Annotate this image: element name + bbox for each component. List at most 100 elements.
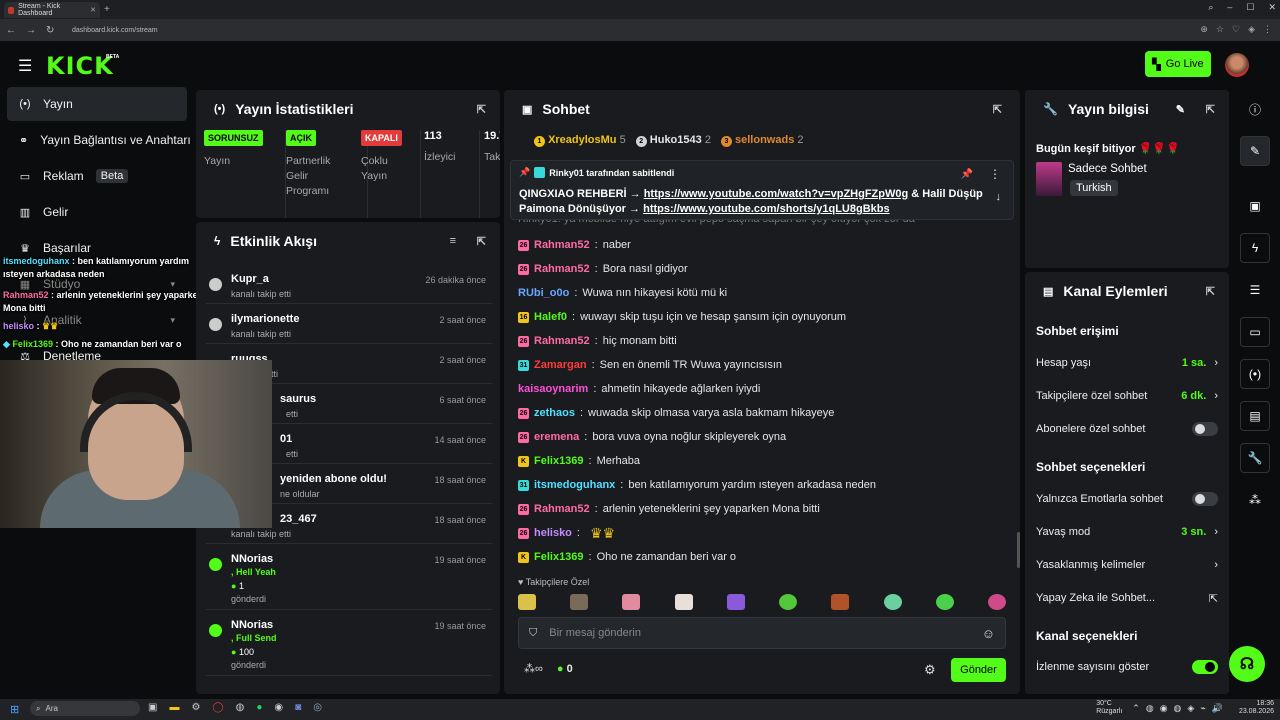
chat-username[interactable]: zethaos bbox=[534, 407, 575, 419]
send-button[interactable]: Gönder bbox=[951, 658, 1006, 682]
chat-message[interactable]: 31 Zamargan: Sen en önemli TR Wuwa yayıncı… bbox=[518, 355, 1008, 375]
chat-username[interactable]: helisko bbox=[534, 527, 572, 539]
chat-username[interactable]: Rahman52 bbox=[534, 239, 590, 251]
more-options-icon[interactable]: ⋮ bbox=[989, 167, 1001, 181]
chat-scrollbar[interactable] bbox=[1017, 532, 1020, 568]
close-window-icon[interactable]: ✕ bbox=[1268, 2, 1276, 13]
kick-points[interactable]: ● 0 bbox=[557, 663, 573, 675]
hamburger-menu-icon[interactable]: ☰ bbox=[18, 56, 32, 76]
emote-icon[interactable] bbox=[570, 594, 589, 610]
opera-icon[interactable]: ◯ bbox=[212, 702, 223, 713]
broadcast-icon[interactable]: (•) bbox=[1240, 359, 1270, 389]
list-icon[interactable]: ☰ bbox=[1240, 275, 1270, 305]
subs-chat-toggle[interactable] bbox=[1192, 422, 1218, 436]
file-explorer-icon[interactable]: ▬ bbox=[169, 702, 179, 713]
chat-username[interactable]: Rahman52 bbox=[534, 503, 590, 515]
category-name[interactable]: Sadece Sohbet bbox=[1068, 163, 1147, 175]
chat-username[interactable]: Felix1369 bbox=[534, 455, 584, 467]
category-thumbnail[interactable] bbox=[1036, 162, 1062, 196]
kick-logo[interactable]: KICK bbox=[46, 52, 114, 80]
chat-username[interactable]: Rahman52 bbox=[534, 335, 590, 347]
emote-icon[interactable] bbox=[831, 594, 850, 610]
sidebar-item-stream[interactable]: (•) Yayın bbox=[7, 87, 187, 121]
chat-username[interactable]: eremena bbox=[534, 431, 579, 443]
minimize-icon[interactable]: – bbox=[1227, 2, 1232, 13]
app-icon[interactable]: ◉ bbox=[274, 702, 283, 713]
expand-icon[interactable]: ⇱ bbox=[1206, 285, 1215, 298]
gifter-1[interactable]: 1 XreadylosMu 5 bbox=[534, 134, 626, 147]
edit-icon[interactable]: ✎ bbox=[1176, 103, 1185, 116]
wrench-icon[interactable]: 🔧 bbox=[1240, 443, 1270, 473]
chat-message[interactable]: 26 Rahman52: naber bbox=[518, 235, 1008, 255]
chat-message[interactable]: 26 helisko: ♛♛ bbox=[518, 523, 1008, 543]
expand-icon[interactable]: ⇱ bbox=[477, 235, 486, 248]
slow-mode-setting[interactable]: Yavaş mod 3 sn. › bbox=[1036, 522, 1218, 542]
chat-message[interactable]: 26 Rahman52: hiç monam bitti bbox=[518, 331, 1008, 351]
heart-icon[interactable]: ♡ bbox=[1232, 24, 1240, 35]
maximize-icon[interactable]: ☐ bbox=[1246, 2, 1254, 13]
chat-username[interactable]: Halef0 bbox=[534, 311, 567, 323]
chat-message[interactable]: 26 eremena: bora vuva oyna noğlur skipleye… bbox=[518, 427, 1008, 447]
taskbar-search[interactable]: ⌕ Ara bbox=[30, 701, 140, 716]
chat-username[interactable]: kaisaoynarim bbox=[518, 383, 588, 395]
expand-icon[interactable]: ⇱ bbox=[993, 103, 1002, 116]
chat-username[interactable]: Felix1369 bbox=[534, 551, 584, 563]
clock[interactable]: 18:36 23.08.2026 bbox=[1239, 700, 1274, 716]
video-icon[interactable]: ▣ bbox=[1240, 191, 1270, 221]
emote-icon[interactable] bbox=[518, 594, 536, 610]
forward-icon[interactable]: → bbox=[26, 25, 36, 36]
chat-icon[interactable]: ▭ bbox=[1240, 317, 1270, 347]
emoji-picker-icon[interactable]: ☺ bbox=[982, 626, 995, 641]
support-headset-icon[interactable]: ☊ bbox=[1229, 646, 1265, 682]
go-live-button[interactable]: ▚ Go Live bbox=[1145, 51, 1211, 77]
back-icon[interactable]: ← bbox=[6, 25, 16, 36]
close-tab-icon[interactable]: ✕ bbox=[90, 6, 96, 14]
emote-icon[interactable] bbox=[935, 594, 954, 610]
lightning-icon[interactable]: ϟ bbox=[1240, 233, 1270, 263]
expand-icon[interactable]: ⇱ bbox=[1206, 103, 1215, 116]
apps-icon[interactable]: ⁂ bbox=[1240, 485, 1270, 515]
multi-chat-icon[interactable]: ⁂∞ bbox=[524, 662, 543, 675]
user-avatar[interactable] bbox=[1225, 53, 1249, 77]
star-icon[interactable]: ☆ bbox=[1216, 24, 1224, 35]
task-view-icon[interactable]: ▣ bbox=[148, 702, 157, 713]
steam-icon[interactable]: ◎ bbox=[313, 702, 322, 713]
account-age-setting[interactable]: Hesap yaşı 1 sa. › bbox=[1036, 353, 1218, 373]
chat-username[interactable]: Rahman52 bbox=[534, 263, 590, 275]
banned-words-setting[interactable]: Yasaklanmış kelimeler › bbox=[1036, 555, 1218, 575]
settings-icon[interactable]: ⚙ bbox=[191, 702, 200, 713]
list-item[interactable]: Kupr_a kanalı takip etti 26 dakika önce bbox=[206, 264, 492, 304]
layout-icon[interactable]: ▤ bbox=[1240, 401, 1270, 431]
list-item[interactable]: NNorias , Hell Yeah ● 1 gönderdi 19 saat… bbox=[206, 544, 492, 610]
emote-icon[interactable] bbox=[987, 594, 1006, 610]
edit-icon[interactable]: ✎ bbox=[1240, 136, 1270, 166]
windows-start-icon[interactable]: ⊞ bbox=[10, 703, 19, 716]
expand-icon[interactable]: ⇱ bbox=[477, 103, 486, 116]
search-tabs-icon[interactable]: ⌕ bbox=[1208, 2, 1213, 13]
shield-icon[interactable]: ◈ bbox=[1248, 24, 1255, 35]
emote-icon[interactable] bbox=[779, 594, 798, 610]
chat-message[interactable]: K Felix1369: Oho ne zamandan beri var o bbox=[518, 547, 1008, 567]
chat-message[interactable]: K Felix1369: Merhaba bbox=[518, 451, 1008, 471]
info-icon[interactable]: ⓘ bbox=[1240, 94, 1270, 124]
sidebar-item-ads[interactable]: ▭ Reklam Beta bbox=[7, 159, 187, 193]
show-viewers-toggle[interactable] bbox=[1192, 660, 1218, 674]
tray-icons[interactable]: ⌃◍◉◍◈⌁🔊 bbox=[1132, 703, 1229, 714]
sidebar-item-revenue[interactable]: ▥ Gelir bbox=[7, 195, 187, 229]
gifter-2[interactable]: 2 Huko1543 2 bbox=[635, 134, 711, 147]
chat-message[interactable]: 26 zethaos: wuwada skip olmasa varya asla … bbox=[518, 403, 1008, 423]
emote-icon[interactable] bbox=[726, 594, 745, 610]
discord-icon[interactable]: ◙ bbox=[295, 702, 301, 713]
browser-tab[interactable]: Stream - Kick Dashboard ✕ bbox=[4, 2, 100, 18]
chat-message[interactable]: 16 Halef0: wuwayı skip tuşu için ve hesap … bbox=[518, 307, 1008, 327]
reload-icon[interactable]: ↻ bbox=[46, 25, 54, 36]
chat-input[interactable]: ⛉ Bir mesaj gönderin ☺ bbox=[518, 617, 1006, 649]
url-field[interactable]: dashboard.kick.com/stream bbox=[56, 23, 1096, 37]
emote-icon[interactable] bbox=[674, 594, 693, 610]
list-item[interactable]: NNorias , Full Send ● 100 gönderdi 19 sa… bbox=[206, 610, 492, 676]
spotify-icon[interactable]: ● bbox=[256, 702, 262, 713]
collapse-arrow-icon[interactable]: ↓ bbox=[996, 191, 1002, 203]
chat-message[interactable]: 31 itsmedoguhanx: ben katılamıyorum yardım… bbox=[518, 475, 1008, 495]
emote-icon[interactable] bbox=[622, 594, 641, 610]
menu-dots-icon[interactable]: ⋮ bbox=[1263, 24, 1272, 35]
